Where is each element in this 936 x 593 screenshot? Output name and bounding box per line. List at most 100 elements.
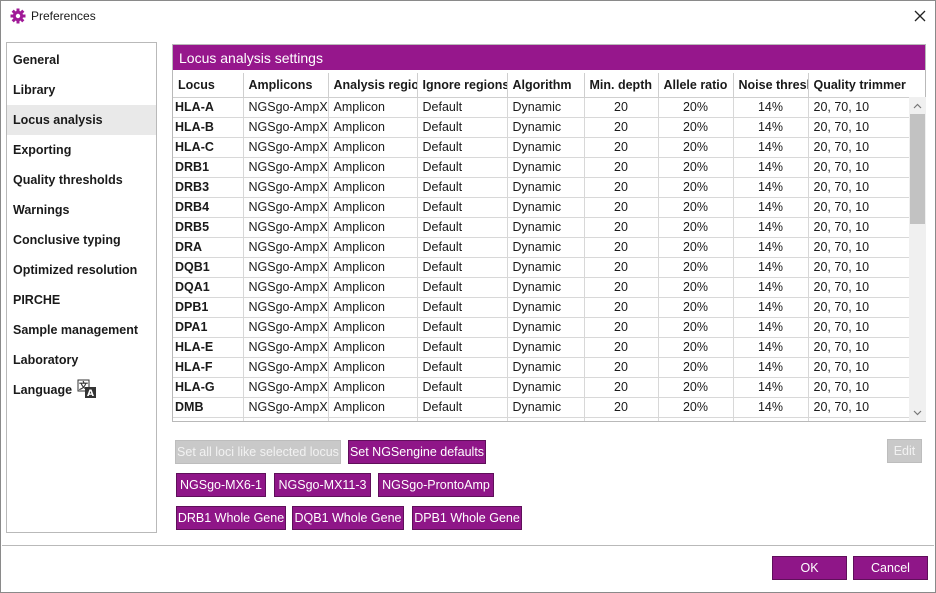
sidebar-item-library[interactable]: Library — [7, 75, 156, 105]
section-header: Locus analysis settings — [173, 45, 925, 70]
table-row[interactable]: DQB1 NGSgo-AmpX Amplicon Default Dynamic 20 20… — [173, 257, 909, 278]
table-row[interactable]: HLA-A NGSgo-AmpX Amplicon Default Dynamic 20 2… — [173, 97, 909, 118]
table-cell: 14% — [733, 137, 809, 158]
preset-dqb1-whole-gene-button[interactable]: DQB1 Whole Gene — [292, 506, 404, 530]
table-cell: 20 — [584, 197, 659, 218]
sidebar-item-exporting[interactable]: Exporting — [7, 135, 156, 165]
table-cell: NGSgo-AmpX — [243, 197, 329, 218]
preset-mx6-1-button[interactable]: NGSgo-MX6-1 — [176, 473, 266, 497]
table-row[interactable]: HLA-G NGSgo-AmpX Amplicon Default Dynamic 20 2… — [173, 377, 909, 398]
sidebar-item-pirche[interactable]: PIRCHE — [7, 285, 156, 315]
set-defaults-button[interactable]: Set NGSengine defaults — [348, 440, 486, 464]
table-cell: 20, 70, 10 — [808, 417, 909, 421]
table-cell: 14% — [733, 217, 809, 238]
table-cell: Default — [417, 157, 508, 178]
table-cell: DMA — [173, 417, 244, 421]
table-cell: Dynamic — [507, 117, 585, 138]
table-cell: 20% — [658, 97, 734, 118]
preset-drb1-whole-gene-button[interactable]: DRB1 Whole Gene — [176, 506, 286, 530]
table-cell: NGSgo-AmpX — [243, 317, 329, 338]
table-cell: 20 — [584, 157, 659, 178]
table-row[interactable]: DRA NGSgo-AmpX Amplicon Default Dynamic 20 20%… — [173, 237, 909, 258]
table-cell: NGSgo-AmpX — [243, 377, 329, 398]
table-row[interactable]: HLA-C NGSgo-AmpX Amplicon Default Dynamic 20 2… — [173, 137, 909, 158]
sidebar-item-optimized-resolution[interactable]: Optimized resolution — [7, 255, 156, 285]
sidebar-item-label: Laboratory — [13, 353, 79, 367]
table-cell: Dynamic — [507, 97, 585, 118]
table-cell: Default — [417, 137, 508, 158]
column-header[interactable]: Quality trimmer — [808, 73, 909, 98]
table-row[interactable]: DRB1 NGSgo-AmpX Amplicon Default Dynamic 20 20… — [173, 157, 909, 178]
table-row[interactable]: DRB5 NGSgo-AmpX Amplicon Default Dynamic 20 20… — [173, 217, 909, 238]
column-header[interactable]: Analysis region — [328, 73, 418, 98]
sidebar-item-label: Optimized resolution — [13, 263, 138, 277]
edit-button[interactable]: Edit — [887, 439, 922, 463]
table-cell: 20, 70, 10 — [808, 237, 909, 258]
table-cell: DPA1 — [173, 317, 244, 338]
table-cell: 20 — [584, 217, 659, 238]
sidebar-item-locus-analysis[interactable]: Locus analysis — [7, 105, 156, 135]
table-row[interactable]: DMB NGSgo-AmpX Amplicon Default Dynamic 20 20%… — [173, 397, 909, 418]
scroll-down-button[interactable] — [909, 404, 926, 421]
table-cell: 20 — [584, 417, 659, 421]
table-cell: 20% — [658, 177, 734, 198]
table-row[interactable]: DMANGSgo-AmpXAmpliconDefaultDynamic2020%… — [173, 417, 909, 421]
table-cell: Default — [417, 317, 508, 338]
footer-divider — [2, 545, 934, 546]
vertical-scrollbar[interactable] — [909, 97, 926, 421]
table-cell: Amplicon — [328, 377, 418, 398]
table-cell: 20, 70, 10 — [808, 97, 909, 118]
table-cell: 20 — [584, 137, 659, 158]
table-cell: 20% — [658, 277, 734, 298]
table-cell: Default — [417, 397, 508, 418]
column-header[interactable]: Min. depth — [584, 73, 659, 98]
sidebar-item-general[interactable]: General — [7, 45, 156, 75]
table-row[interactable]: DRB4 NGSgo-AmpX Amplicon Default Dynamic 20 20… — [173, 197, 909, 218]
sidebar-item-sample-management[interactable]: Sample management — [7, 315, 156, 345]
table-cell: HLA-A — [173, 97, 244, 118]
table-cell: Dynamic — [507, 357, 585, 378]
preset-mx11-3-button[interactable]: NGSgo-MX11-3 — [274, 473, 371, 497]
sidebar-item-label: Quality thresholds — [13, 173, 123, 187]
sidebar-item-label: General — [13, 53, 60, 67]
table-cell: NGSgo-AmpX — [243, 257, 329, 278]
preset-prontoamp-button[interactable]: NGSgo-ProntoAmp — [378, 473, 494, 497]
column-header[interactable]: Locus — [173, 73, 244, 98]
table-cell: 20% — [658, 377, 734, 398]
cancel-button[interactable]: Cancel — [853, 556, 928, 580]
table-row[interactable]: DPA1 NGSgo-AmpX Amplicon Default Dynamic 20 20… — [173, 317, 909, 338]
table-cell: NGSgo-AmpX — [243, 157, 329, 178]
table-cell: NGSgo-AmpX — [243, 177, 329, 198]
set-all-loci-button[interactable]: Set all loci like selected locus — [175, 440, 341, 464]
sidebar-item-warnings[interactable]: Warnings — [7, 195, 156, 225]
column-header[interactable]: Algorithm — [507, 73, 585, 98]
column-header[interactable]: Noise threshold — [733, 73, 809, 98]
table-cell: Default — [417, 237, 508, 258]
table-cell: HLA-G — [173, 377, 244, 398]
table-cell: 14% — [733, 197, 809, 218]
scroll-up-button[interactable] — [909, 97, 926, 114]
table-row[interactable]: DPB1 NGSgo-AmpX Amplicon Default Dynamic 20 20… — [173, 297, 909, 318]
table-row[interactable]: HLA-E NGSgo-AmpX Amplicon Default Dynamic 20 2… — [173, 337, 909, 358]
sidebar-item-language[interactable]: Language 文 A — [7, 375, 156, 405]
column-header[interactable]: Ignore regions — [417, 73, 508, 98]
scroll-thumb[interactable] — [910, 114, 925, 224]
table-cell: Default — [417, 97, 508, 118]
table-cell: Amplicon — [328, 217, 418, 238]
table-row[interactable]: HLA-B NGSgo-AmpX Amplicon Default Dynamic 20 2… — [173, 117, 909, 138]
ok-button[interactable]: OK — [772, 556, 847, 580]
table-row[interactable]: DRB3 NGSgo-AmpX Amplicon Default Dynamic 20 20… — [173, 177, 909, 198]
table-row[interactable]: DQA1 NGSgo-AmpX Amplicon Default Dynamic 20 20… — [173, 277, 909, 298]
column-header[interactable]: Allele ratio — [658, 73, 734, 98]
close-button[interactable] — [905, 1, 935, 31]
gear-icon — [10, 8, 26, 24]
sidebar-item-laboratory[interactable]: Laboratory — [7, 345, 156, 375]
sidebar-item-label: Conclusive typing — [13, 233, 121, 247]
column-header[interactable]: Amplicons — [243, 73, 329, 98]
preset-dpb1-whole-gene-button[interactable]: DPB1 Whole Gene — [412, 506, 522, 530]
locus-settings-table[interactable]: LocusAmpliconsAnalysis regionIgnore regi… — [173, 73, 909, 421]
sidebar-item-quality-thresholds[interactable]: Quality thresholds — [7, 165, 156, 195]
table-cell: Dynamic — [507, 157, 585, 178]
table-row[interactable]: HLA-F NGSgo-AmpX Amplicon Default Dynamic 20 2… — [173, 357, 909, 378]
sidebar-item-conclusive-typing[interactable]: Conclusive typing — [7, 225, 156, 255]
